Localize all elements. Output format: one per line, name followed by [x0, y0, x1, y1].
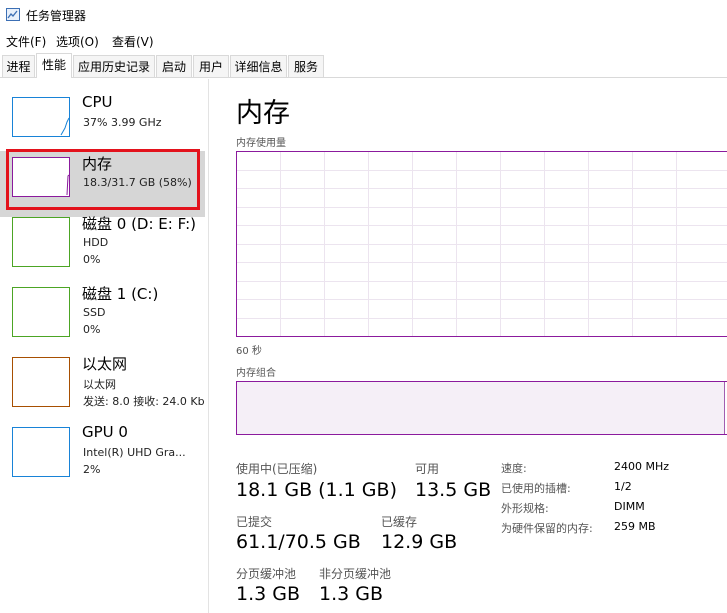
memory-composition-label: 内存组合: [236, 368, 276, 379]
sidebar-item-cpu[interactable]: CPU 37% 3.99 GHz: [0, 91, 205, 157]
slots-used-value: 1/2: [614, 480, 632, 493]
sidebar-item-label: 以太网: [82, 355, 128, 373]
form-factor-label: 外形规格:: [501, 502, 549, 515]
menu-view[interactable]: 查看(V): [112, 33, 154, 50]
title-bar: 任务管理器: [0, 0, 727, 30]
tab-performance[interactable]: 性能: [36, 53, 72, 78]
speed-label: 速度:: [501, 462, 527, 475]
page-title: 内存: [236, 98, 290, 129]
window-title: 任务管理器: [26, 9, 87, 23]
nonpaged-pool-value: 1.3 GB: [319, 583, 384, 605]
sidebar-item-label: CPU: [82, 93, 113, 111]
sidebar-item-detail: Intel(R) UHD Gra...: [83, 446, 186, 459]
sidebar-item-memory[interactable]: 内存 18.3/31.7 GB (58%): [0, 151, 205, 217]
sidebar-item-gpu-0[interactable]: GPU 0 Intel(R) UHD Gra... 2%: [0, 421, 205, 487]
sidebar-item-detail: 0%: [83, 253, 101, 266]
disk-0-thumbnail-graph: [12, 217, 70, 267]
task-manager-icon: [6, 8, 20, 21]
tab-users[interactable]: 用户: [193, 55, 229, 77]
memory-detail-panel: 内存 内存使用量 60 秒 内存组合 使用中(已压缩) 18.1 GB (1.1…: [209, 79, 727, 613]
sidebar-item-label: 内存: [82, 155, 113, 173]
sidebar-item-detail: 0%: [83, 323, 101, 336]
tab-services[interactable]: 服务: [288, 55, 324, 77]
sidebar-item-detail: 18.3/31.7 GB (58%): [83, 176, 192, 189]
form-factor-value: DIMM: [614, 500, 645, 513]
sidebar-item-label: 磁盘 1 (C:): [82, 285, 159, 303]
tab-bar: 进程 性能 应用历史记录 启动 用户 详细信息 服务: [0, 53, 727, 78]
available-label: 可用: [415, 462, 440, 476]
hardware-reserved-value: 259 MB: [614, 520, 656, 533]
cached-label: 已缓存: [381, 515, 418, 529]
sidebar-item-detail: SSD: [83, 306, 106, 319]
gpu-thumbnail-graph: [12, 427, 70, 477]
sidebar-item-detail: HDD: [83, 236, 109, 249]
in-use-value: 18.1 GB (1.1 GB): [236, 479, 397, 501]
tab-startup[interactable]: 启动: [156, 55, 192, 77]
menu-file[interactable]: 文件(F): [6, 33, 46, 50]
graph-grid: [237, 152, 727, 336]
memory-usage-graph: [236, 151, 727, 337]
sidebar-item-detail: 发送: 8.0 接收: 24.0 Kb: [83, 395, 205, 408]
memory-usage-label: 内存使用量: [236, 138, 286, 149]
sidebar-item-detail: 2%: [83, 463, 101, 476]
sidebar-item-detail: 37% 3.99 GHz: [83, 116, 162, 129]
committed-value: 61.1/70.5 GB: [236, 531, 361, 553]
paged-pool-label: 分页缓冲池: [236, 567, 297, 581]
paged-pool-value: 1.3 GB: [236, 583, 301, 605]
nonpaged-pool-label: 非分页缓冲池: [319, 567, 392, 581]
available-value: 13.5 GB: [415, 479, 492, 501]
committed-label: 已提交: [236, 515, 273, 529]
sidebar-item-ethernet[interactable]: 以太网 以太网 发送: 8.0 接收: 24.0 Kb: [0, 351, 205, 417]
sidebar-item-disk-0[interactable]: 磁盘 0 (D: E: F:) HDD 0%: [0, 211, 205, 277]
menu-bar: 文件(F) 选项(O) 查看(V): [0, 32, 727, 52]
hardware-reserved-label: 为硬件保留的内存:: [501, 522, 593, 535]
tab-app-history[interactable]: 应用历史记录: [73, 55, 155, 77]
sidebar-item-label: GPU 0: [82, 423, 128, 441]
cached-value: 12.9 GB: [381, 531, 458, 553]
tab-processes[interactable]: 进程: [2, 55, 35, 77]
sidebar-item-disk-1[interactable]: 磁盘 1 (C:) SSD 0%: [0, 281, 205, 347]
disk-1-thumbnail-graph: [12, 287, 70, 337]
time-span-label: 60 秒: [236, 346, 262, 357]
memory-thumbnail-graph: [12, 157, 70, 197]
speed-value: 2400 MHz: [614, 460, 670, 473]
sidebar-item-detail: 以太网: [83, 378, 116, 391]
menu-options[interactable]: 选项(O): [56, 33, 99, 50]
sidebar-item-label: 磁盘 0 (D: E: F:): [82, 215, 196, 233]
slots-used-label: 已使用的插槽:: [501, 482, 571, 495]
cpu-thumbnail-graph: [12, 97, 70, 137]
ethernet-thumbnail-graph: [12, 357, 70, 407]
memory-composition-bar: [236, 381, 727, 435]
in-use-label: 使用中(已压缩): [236, 462, 318, 476]
tab-details[interactable]: 详细信息: [230, 55, 287, 77]
resource-sidebar: CPU 37% 3.99 GHz 内存 18.3/31.7 GB (58%) 磁…: [0, 79, 209, 613]
